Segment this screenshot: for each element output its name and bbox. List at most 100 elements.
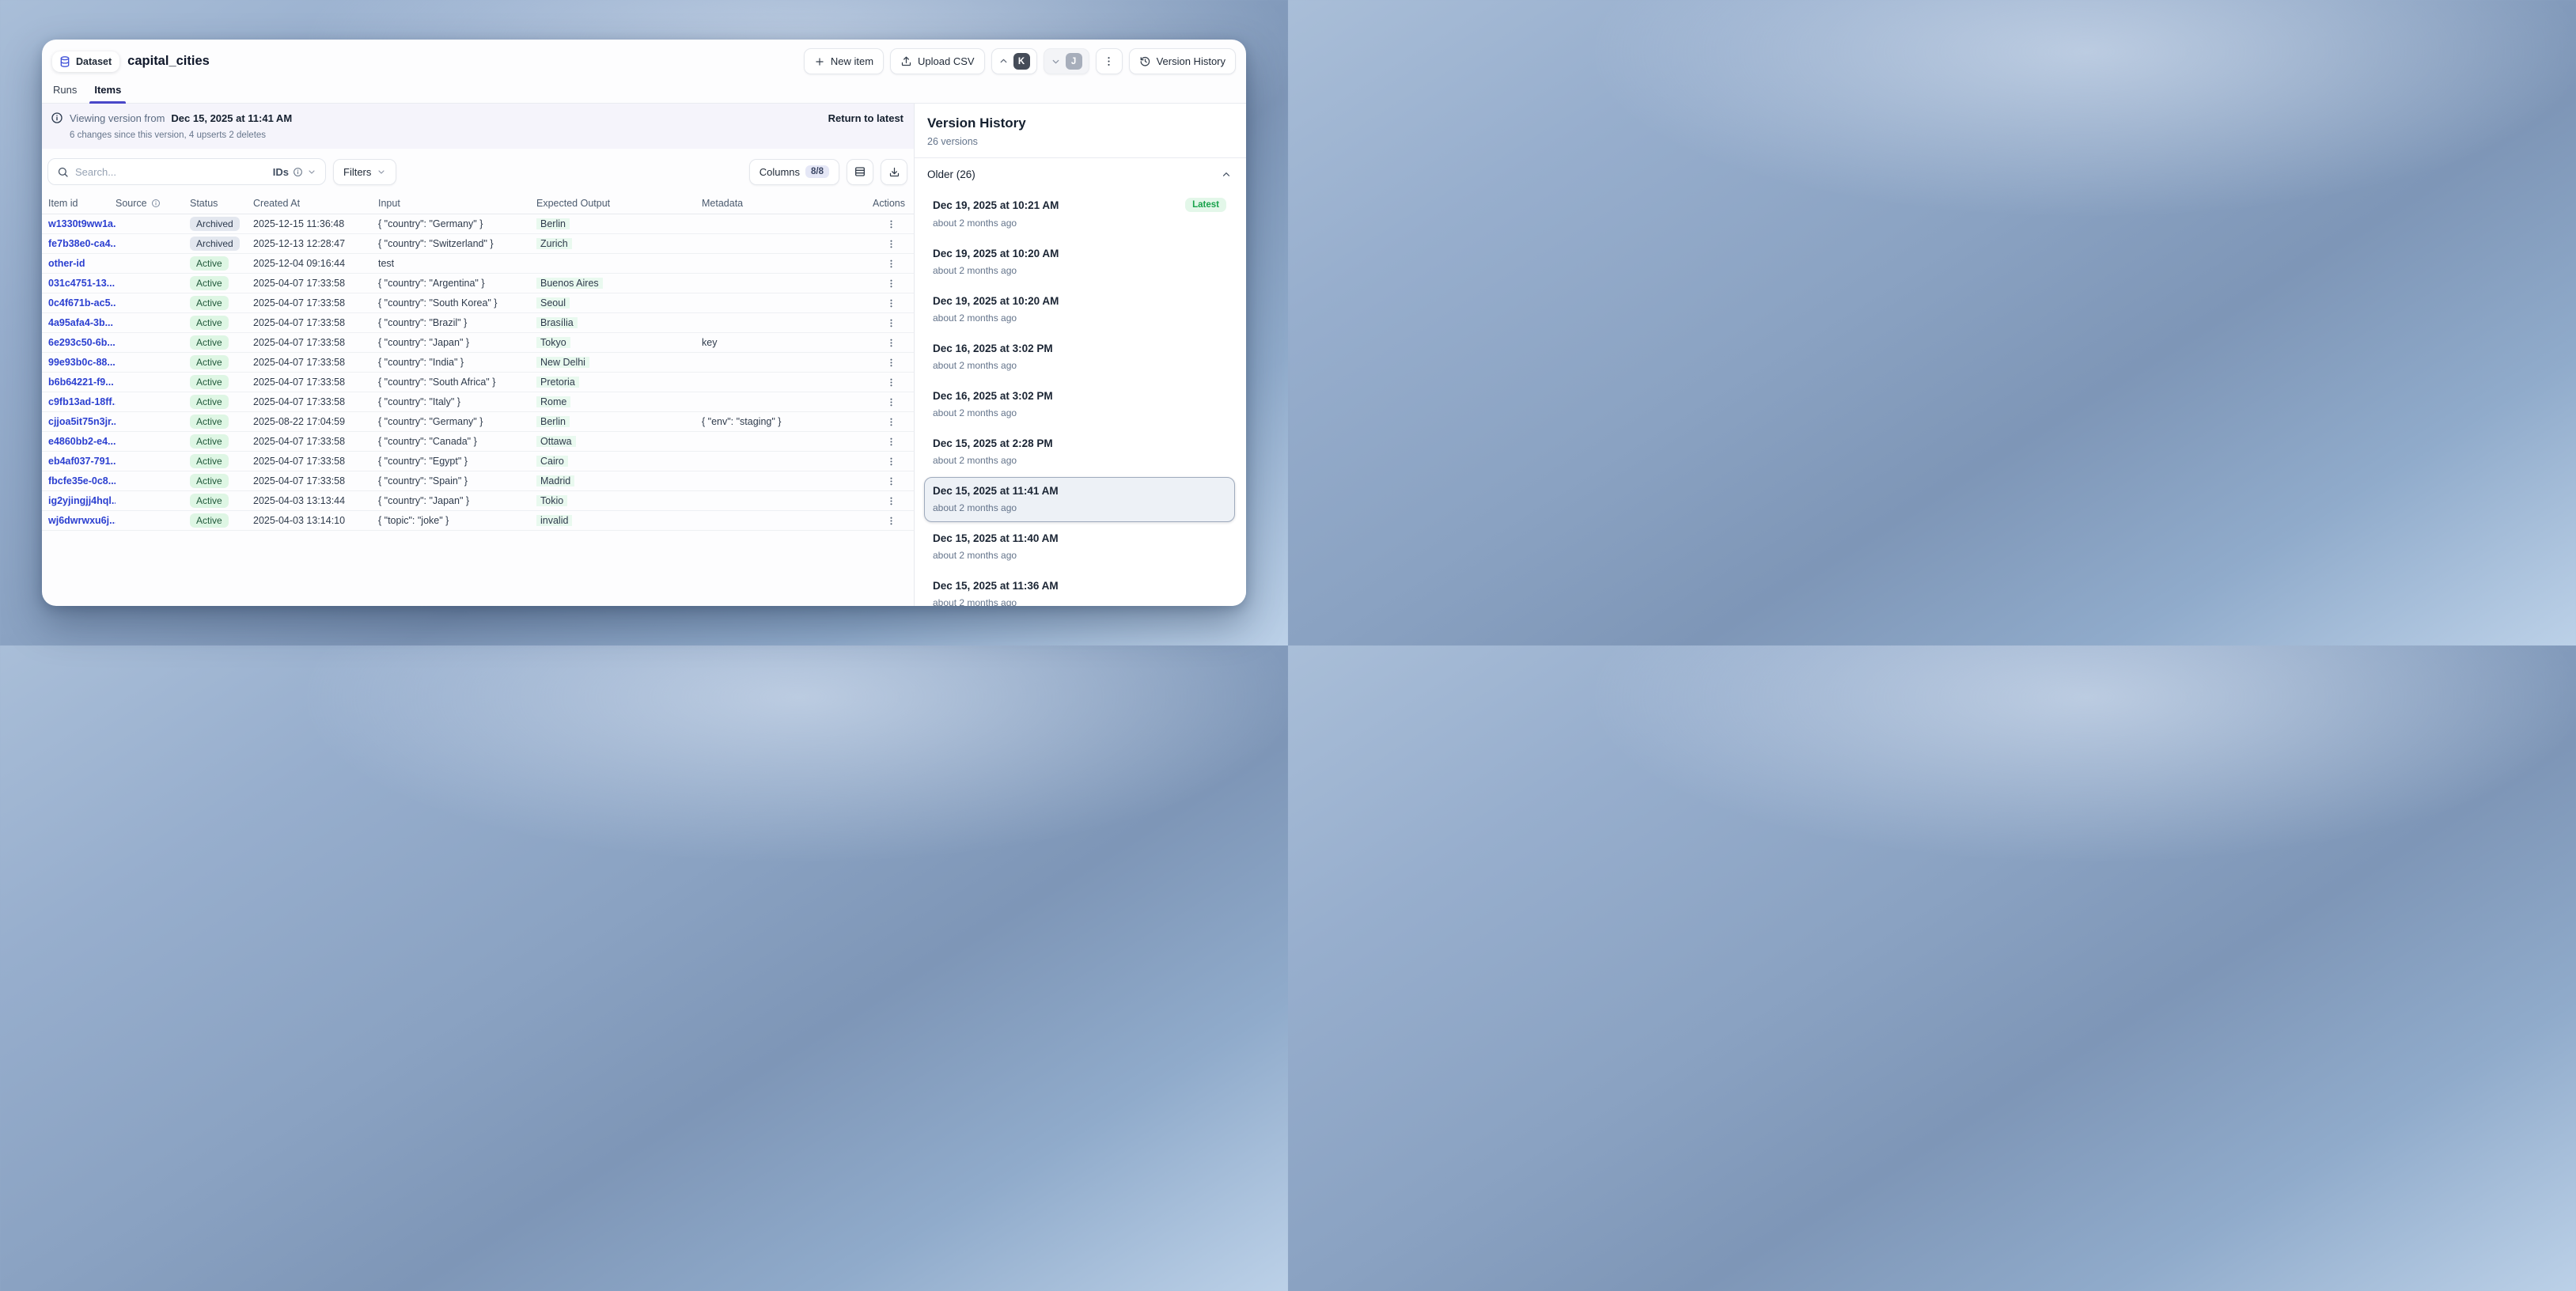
columns-button[interactable]: Columns 8/8 (749, 159, 839, 185)
version-list-item[interactable]: Dec 15, 2025 at 11:40 AM about 2 months … (924, 524, 1235, 570)
input-cell: { "country": "Japan" } (378, 337, 536, 348)
ids-dropdown[interactable]: IDs (273, 166, 316, 178)
actions-cell (873, 294, 907, 312)
item-id-link[interactable]: 0c4f671b-ac5... (48, 297, 116, 309)
info-icon (151, 199, 161, 208)
row-actions-kebab-icon[interactable] (882, 294, 900, 312)
row-actions-kebab-icon[interactable] (882, 472, 900, 490)
item-id-link[interactable]: other-id (48, 258, 116, 269)
banner-version-date: Dec 15, 2025 at 11:41 AM (171, 112, 292, 124)
expected-output-cell: Cairo (536, 456, 702, 467)
row-actions-kebab-icon[interactable] (882, 433, 900, 450)
row-actions-kebab-icon[interactable] (882, 215, 900, 233)
item-id-link[interactable]: 99e93b0c-88... (48, 357, 116, 368)
collapse-user-k-button[interactable]: K (991, 48, 1037, 74)
version-history-title: Version History (927, 115, 1233, 131)
actions-cell (873, 433, 907, 450)
return-to-latest-link[interactable]: Return to latest (828, 112, 903, 124)
tab-items[interactable]: Items (93, 81, 122, 103)
version-list-item[interactable]: Dec 19, 2025 at 10:21 AM Latest about 2 … (924, 190, 1235, 237)
input-cell: { "country": "Switzerland" } (378, 238, 536, 249)
expand-user-j-button[interactable]: J (1044, 48, 1089, 74)
item-id-link[interactable]: c9fb13ad-18ff... (48, 396, 116, 407)
version-history-button[interactable]: Version History (1129, 48, 1236, 74)
window-header: Dataset capital_cities New item Upload C… (42, 40, 1246, 77)
item-id-link[interactable]: fe7b38e0-ca4... (48, 238, 116, 249)
filters-button[interactable]: Filters (333, 159, 396, 185)
version-list-item[interactable]: Dec 15, 2025 at 11:36 AM about 2 months … (924, 572, 1235, 606)
status-badge: Active (190, 415, 229, 429)
status-cell: Active (190, 316, 253, 330)
version-relative-time: about 2 months ago (933, 312, 1226, 324)
created-at-cell: 2025-04-07 17:33:58 (253, 377, 378, 388)
item-id-link[interactable]: 031c4751-13... (48, 278, 116, 289)
item-id-link[interactable]: wj6dwrwxu6j... (48, 515, 116, 526)
status-badge: Archived (190, 237, 240, 251)
row-actions-kebab-icon[interactable] (882, 235, 900, 252)
row-actions-kebab-icon[interactable] (882, 512, 900, 529)
expected-output-cell: Zurich (536, 238, 702, 249)
status-cell: Active (190, 335, 253, 350)
row-actions-kebab-icon[interactable] (882, 274, 900, 292)
table-row: b6b64221-f9... Active 2025-04-07 17:33:5… (42, 373, 914, 392)
item-id-link[interactable]: e4860bb2-e4... (48, 436, 116, 447)
row-actions-kebab-icon[interactable] (882, 255, 900, 272)
row-actions-kebab-icon[interactable] (882, 393, 900, 411)
row-actions-kebab-icon[interactable] (882, 354, 900, 371)
version-list-item[interactable]: Dec 19, 2025 at 10:20 AM about 2 months … (924, 287, 1235, 332)
row-actions-kebab-icon[interactable] (882, 334, 900, 351)
row-actions-kebab-icon[interactable] (882, 314, 900, 331)
actions-cell (873, 274, 907, 292)
item-id-link[interactable]: eb4af037-791... (48, 456, 116, 467)
actions-cell (873, 413, 907, 430)
item-id-link[interactable]: w1330t9ww1a... (48, 218, 116, 229)
status-cell: Archived (190, 217, 253, 231)
version-list-item[interactable]: Dec 15, 2025 at 11:41 AM about 2 months … (924, 477, 1235, 522)
input-cell: { "country": "India" } (378, 357, 536, 368)
older-versions-group-toggle[interactable]: Older (26) (915, 158, 1246, 185)
row-actions-kebab-icon[interactable] (882, 373, 900, 391)
row-height-button[interactable] (847, 159, 873, 185)
created-at-cell: 2025-12-15 11:36:48 (253, 218, 378, 229)
item-id-link[interactable]: fbcfe35e-0c8... (48, 475, 116, 486)
tab-runs[interactable]: Runs (52, 81, 78, 103)
item-id-link[interactable]: b6b64221-f9... (48, 377, 116, 388)
version-list-item[interactable]: Dec 16, 2025 at 3:02 PM about 2 months a… (924, 382, 1235, 427)
item-id-link[interactable]: ig2yjingjj4hql... (48, 495, 116, 506)
expected-output-value: Ottawa (536, 436, 576, 447)
column-header-actions: Actions (873, 198, 911, 209)
status-cell: Active (190, 395, 253, 409)
status-badge: Active (190, 375, 229, 389)
expected-output-value: Cairo (536, 456, 568, 467)
app-window: Dataset capital_cities New item Upload C… (42, 40, 1246, 606)
search-input[interactable] (75, 166, 267, 178)
version-date: Dec 19, 2025 at 10:21 AM (933, 199, 1059, 211)
version-list-item[interactable]: Dec 15, 2025 at 2:28 PM about 2 months a… (924, 430, 1235, 475)
status-cell: Active (190, 494, 253, 508)
version-date: Dec 15, 2025 at 11:36 AM (933, 580, 1059, 592)
actions-cell (873, 235, 907, 252)
expected-output-value: Berlin (536, 416, 570, 427)
new-item-button[interactable]: New item (804, 48, 884, 74)
expected-output-value: New Delhi (536, 357, 589, 368)
column-header-metadata: Metadata (702, 198, 873, 209)
actions-cell (873, 334, 907, 351)
row-actions-kebab-icon[interactable] (882, 452, 900, 470)
created-at-cell: 2025-04-07 17:33:58 (253, 357, 378, 368)
row-actions-kebab-icon[interactable] (882, 413, 900, 430)
expected-output-value: Tokyo (536, 337, 570, 348)
more-options-button[interactable] (1096, 48, 1123, 74)
item-id-link[interactable]: cjjoa5it75n3jr... (48, 416, 116, 427)
metadata-cell: key (702, 337, 873, 348)
created-at-cell: 2025-12-13 12:28:47 (253, 238, 378, 249)
actions-cell (873, 215, 907, 233)
input-cell: { "country": "South Korea" } (378, 297, 536, 309)
row-actions-kebab-icon[interactable] (882, 492, 900, 509)
item-id-link[interactable]: 6e293c50-6b... (48, 337, 116, 348)
upload-csv-button[interactable]: Upload CSV (890, 48, 985, 74)
download-button[interactable] (881, 159, 907, 185)
item-id-link[interactable]: 4a95afa4-3b... (48, 317, 116, 328)
version-date: Dec 15, 2025 at 2:28 PM (933, 437, 1053, 449)
version-list-item[interactable]: Dec 19, 2025 at 10:20 AM about 2 months … (924, 240, 1235, 285)
version-list-item[interactable]: Dec 16, 2025 at 3:02 PM about 2 months a… (924, 335, 1235, 380)
